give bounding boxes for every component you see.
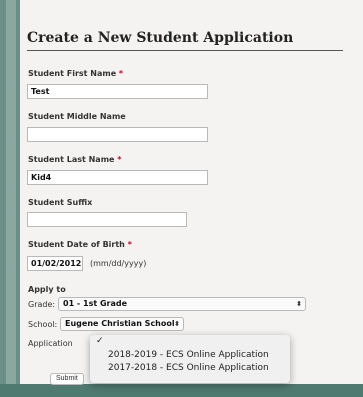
application-option-2017-2018[interactable]: 2017-2018 - ECS Online Application xyxy=(108,363,269,373)
first-name-label: Student First Name * xyxy=(28,69,123,78)
title-divider xyxy=(27,50,343,51)
grade-select-value: 01 - 1st Grade xyxy=(63,299,128,308)
window-frame-bottom xyxy=(0,384,363,397)
first-name-label-text: Student First Name xyxy=(28,69,117,78)
dob-input[interactable]: 01/02/2012 xyxy=(27,256,83,271)
window-frame-left xyxy=(0,0,20,397)
apply-to-label: Apply to xyxy=(28,285,66,294)
last-name-label-text: Student Last Name xyxy=(28,155,115,164)
check-icon: ✓ xyxy=(96,336,104,346)
school-label: School: xyxy=(28,320,58,329)
submit-button[interactable]: Submit xyxy=(50,373,84,385)
page-title: Create a New Student Application xyxy=(27,30,294,46)
required-marker: * xyxy=(127,240,132,249)
school-select-value: Eugene Christian School xyxy=(65,319,175,328)
grade-label: Grade: xyxy=(28,300,56,309)
required-marker: * xyxy=(117,155,122,164)
suffix-input[interactable] xyxy=(27,212,187,227)
first-name-input[interactable]: Test xyxy=(27,84,208,99)
middle-name-label: Student Middle Name xyxy=(28,112,126,121)
application-label: Application xyxy=(28,339,73,348)
last-name-label: Student Last Name * xyxy=(28,155,121,164)
grade-select[interactable]: 01 - 1st Grade ⬍ xyxy=(58,297,306,311)
suffix-label: Student Suffix xyxy=(28,198,93,207)
middle-name-input[interactable] xyxy=(27,127,208,142)
dob-format-hint: (mm/dd/yyyy) xyxy=(90,259,147,268)
select-arrows-icon: ⬍ xyxy=(296,300,302,308)
last-name-input[interactable]: Kid4 xyxy=(27,170,208,185)
dob-label: Student Date of Birth * xyxy=(28,240,132,249)
dob-label-text: Student Date of Birth xyxy=(28,240,125,249)
school-select[interactable]: Eugene Christian School ⬍ xyxy=(60,317,184,331)
select-arrows-icon: ⬍ xyxy=(174,320,180,328)
application-option-2018-2019[interactable]: 2018-2019 - ECS Online Application xyxy=(108,350,269,360)
required-marker: * xyxy=(118,69,124,78)
